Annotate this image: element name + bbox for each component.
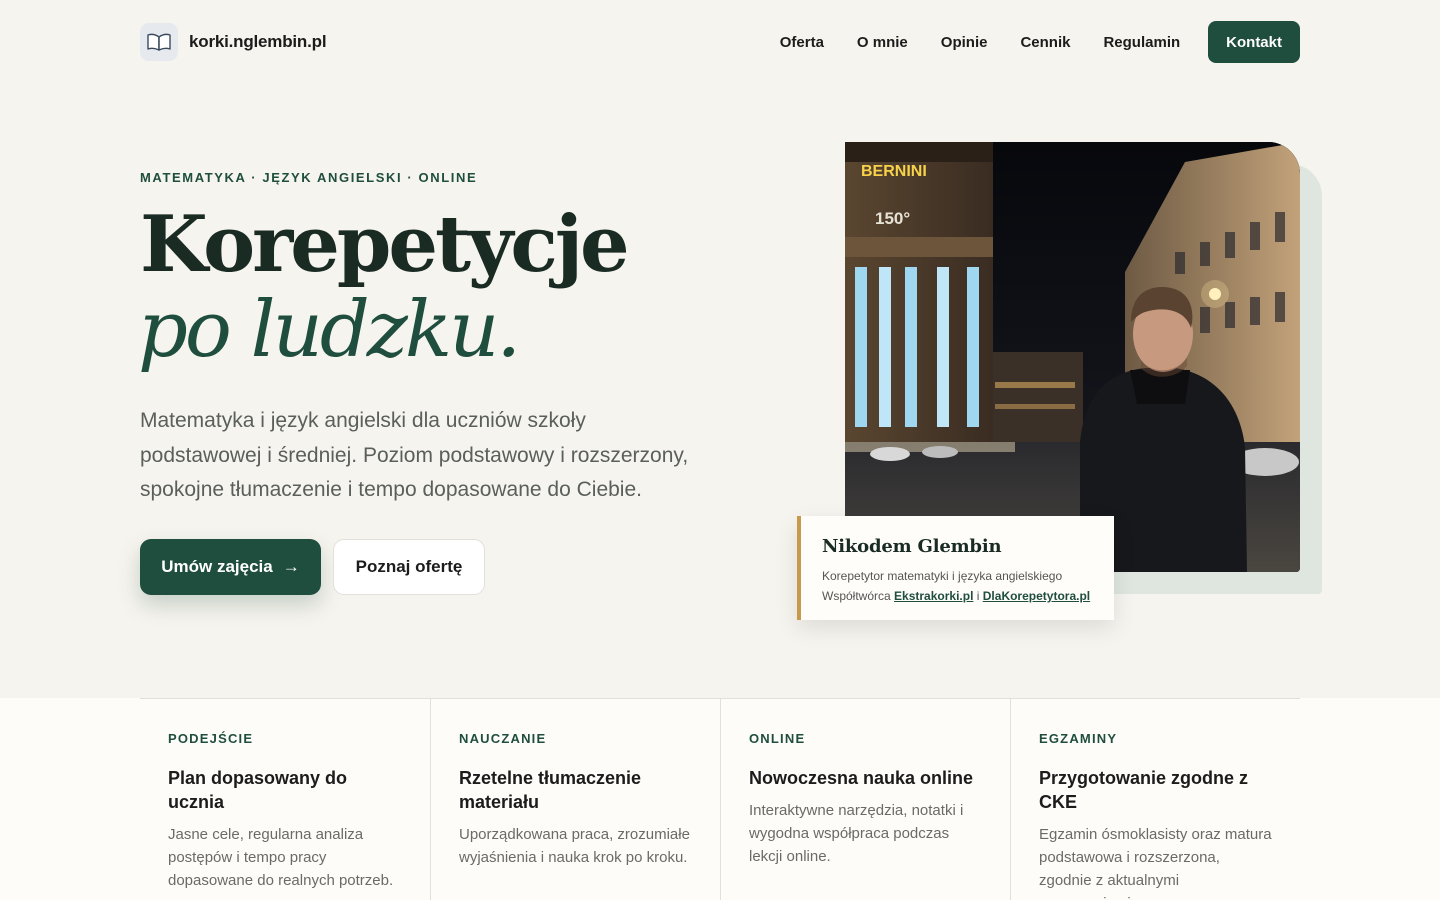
profile-collab-joiner: i [976,589,980,603]
hero-description: Matematyka i język angielski dla uczniów… [140,409,689,501]
feature-text: Jasne cele, regularna analiza postępów i… [168,826,394,889]
feature-title: Nowoczesna nauka online [749,768,974,788]
contact-button[interactable]: Kontakt [1208,21,1300,63]
feature-text: Uporządkowana praca, zrozumiałe wyjaśnie… [459,826,690,866]
nav-item-opinie[interactable]: Opinie [941,34,988,51]
brand[interactable]: korki.nglembin.pl [140,23,327,61]
brand-name: korki.nglembin.pl [189,32,327,51]
profile-card: Nikodem Glembin Korepetytor matematyki i… [797,516,1114,620]
feature-card: NAUCZANIE Rzetelne tłumaczenie materiału… [430,699,720,900]
open-book-icon [140,23,178,61]
feature-card: ONLINE Nowoczesna nauka online Interakty… [720,699,1010,900]
features-grid: PODEJŚCIE Plan dopasowany do ucznia Jasn… [140,698,1300,900]
nav-item-regulamin[interactable]: Regulamin [1103,34,1180,51]
feature-tag: PODEJŚCIE [168,731,254,746]
profile-description: Korepetytor matematyki i języka angielsk… [822,566,1114,606]
feature-title: Rzetelne tłumaczenie materiału [459,768,642,812]
hero-title-italic: po ludzku. [138,285,521,375]
ekstrakorki-link[interactable]: Ekstrakorki.pl [894,589,973,603]
profile-name: Nikodem Glembin [822,536,1002,557]
site-header: korki.nglembin.pl Oferta O mnie Opinie C… [140,21,1300,63]
feature-title: Plan dopasowany do ucznia [168,768,348,812]
hero-eyebrow: MATEMATYKA · JĘZYK ANGIELSKI · ONLINE [140,170,478,185]
hotel-sign-text: BERNINI [861,163,927,180]
book-lessons-label: Umów zajęcia [161,557,273,576]
feature-tag: NAUCZANIE [459,731,547,746]
book-lessons-button[interactable]: Umów zajęcia → [140,539,321,595]
tutor-photo: BERNINI 150° [845,142,1300,572]
dlakorepetytora-link[interactable]: DlaKorepetytora.pl [983,589,1090,603]
feature-text: Egzamin ósmoklasisty oraz matura podstaw… [1039,826,1272,900]
nav-item-o-mnie[interactable]: O mnie [857,34,908,51]
profile-collab-prefix: Współtwórca [822,589,891,603]
profile-collab: Współtwórca Ekstrakorki.pl i DlaKorepety… [822,586,1114,606]
nav-item-oferta[interactable]: Oferta [780,34,824,51]
arrow-right-icon: → [282,557,300,576]
feature-tag: EGZAMINY [1039,731,1118,746]
feature-tag: ONLINE [749,731,806,746]
hero-title: Korepetycje [140,199,630,290]
nav-item-cennik[interactable]: Cennik [1020,34,1070,51]
main-nav: Oferta O mnie Opinie Cennik Regulamin Ko… [780,21,1300,63]
see-offer-button[interactable]: Poznaj ofertę [333,539,485,595]
feature-card: EGZAMINY Przygotowanie zgodne z CKE Egza… [1010,699,1300,900]
feature-card: PODEJŚCIE Plan dopasowany do ucznia Jasn… [140,699,430,900]
feature-title: Przygotowanie zgodne z CKE [1039,768,1249,812]
profile-role: Korepetytor matematyki i języka angielsk… [822,569,1063,583]
hotel-sign-number: 150° [875,209,910,228]
features-section: PODEJŚCIE Plan dopasowany do ucznia Jasn… [0,698,1440,900]
feature-text: Interaktywne narzędzia, notatki i wygodn… [749,802,964,865]
